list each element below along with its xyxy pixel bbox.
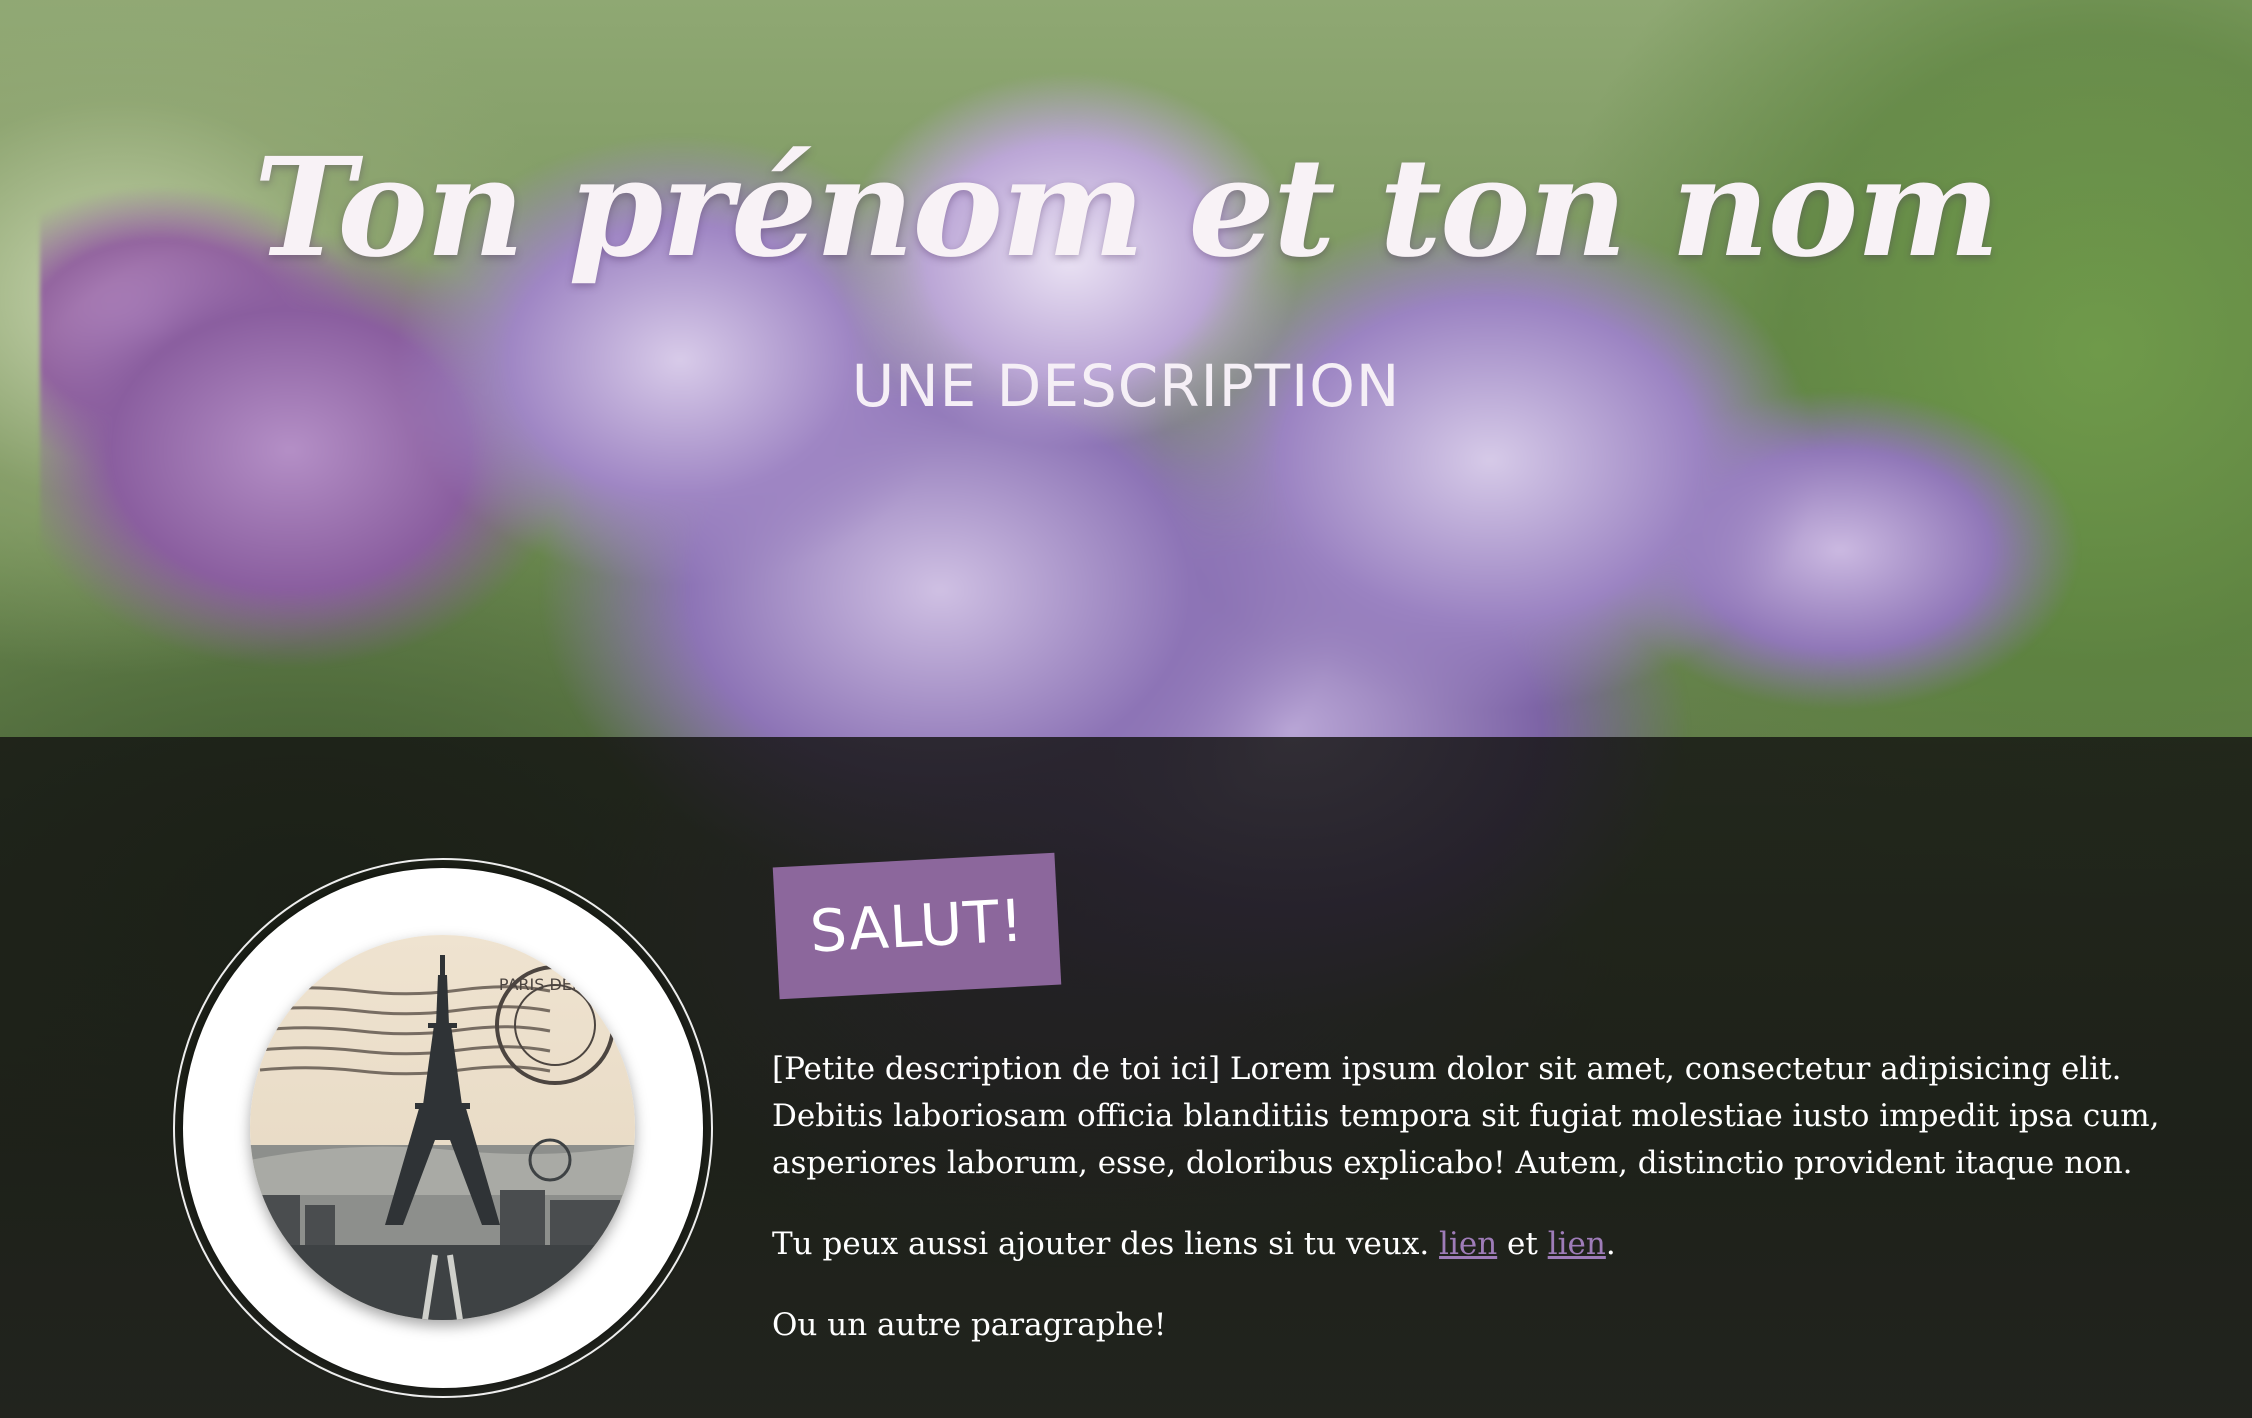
link-1[interactable]: lien	[1439, 1226, 1497, 1262]
about-paragraph-2: Tu peux aussi ajouter des liens si tu ve…	[772, 1221, 2192, 1268]
eiffel-tower-stamp-icon: PARIS DEPART	[250, 935, 635, 1320]
link-2[interactable]: lien	[1548, 1226, 1606, 1262]
about-section: [Petite description de toi ici] Lorem ip…	[772, 1046, 2192, 1383]
paragraph-2-text: Tu peux aussi ajouter des liens si tu ve…	[772, 1226, 1440, 1262]
greeting-badge: SALUT!	[772, 852, 1062, 1000]
page-subtitle: UNE DESCRIPTION	[851, 352, 1401, 420]
hero-header: Ton prénom et ton nom UNE DESCRIPTION	[0, 0, 2252, 737]
page-title: Ton prénom et ton nom	[253, 128, 2001, 288]
paragraph-2-end: .	[1605, 1226, 1616, 1262]
greeting-badge-label: SALUT!	[808, 886, 1026, 966]
about-paragraph-1: [Petite description de toi ici] Lorem ip…	[772, 1051, 2160, 1181]
paragraph-2-connector: et	[1497, 1226, 1548, 1262]
about-paragraph-3: Ou un autre paragraphe!	[772, 1307, 1167, 1343]
